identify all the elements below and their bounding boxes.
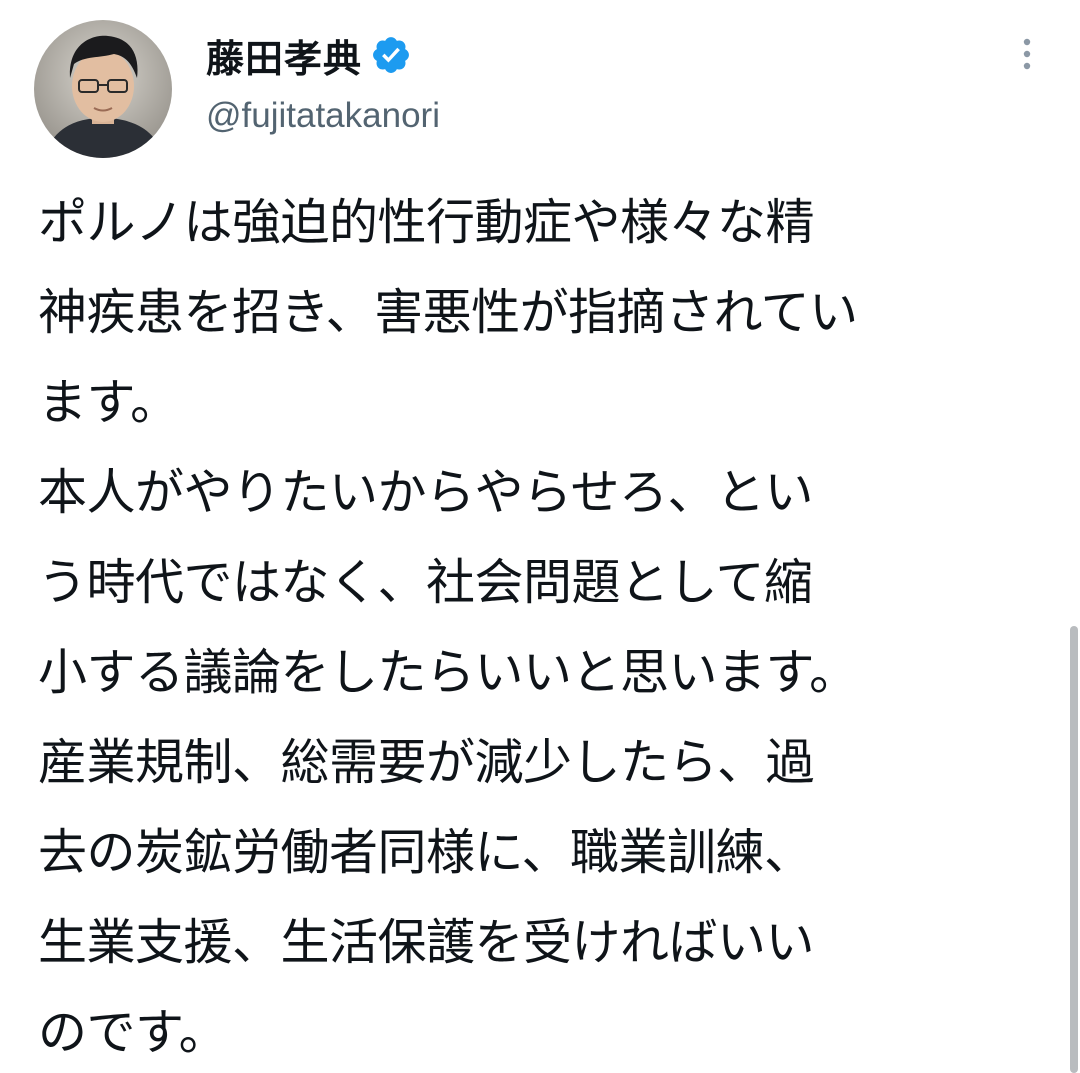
tweet-line: 小する議論をしたらいいと思います。 [38, 644, 858, 701]
tweet-text: ポルノは強迫的性行動症や様々な精 神疾患を招き、害悪性が指摘されてい ます。 本… [38, 178, 1068, 1073]
tweet-line: 産業規制、総需要が減少したら、過 [38, 734, 815, 791]
tweet-line: 生業支援、生活保護を受ければいい [38, 914, 815, 971]
tweet-line: 神疾患を招き、害悪性が指摘されてい [38, 284, 858, 341]
author-display-name[interactable]: 藤田孝典 [206, 28, 362, 83]
avatar[interactable] [34, 20, 172, 158]
more-options-button[interactable] [1010, 34, 1044, 74]
tweet-line: 本人がやりたいからやらせろ、とい [38, 464, 814, 521]
tweet-line: ポルノは強迫的性行動症や様々な精 [38, 194, 815, 251]
author-handle[interactable]: @fujitatakanori [206, 96, 440, 136]
tweet-line: のです。 [38, 1004, 228, 1061]
more-vertical-icon [1023, 38, 1031, 70]
scrollbar-thumb[interactable] [1070, 626, 1078, 1073]
tweet-line: う時代ではなく、社会問題として縮 [38, 554, 813, 611]
verified-badge-icon [370, 34, 412, 76]
tweet-line: ます。 [38, 374, 179, 431]
tweet-line: 去の炭鉱労働者同様に、職業訓練、 [38, 824, 813, 881]
author-name-row[interactable]: 藤田孝典 [206, 26, 412, 84]
avatar-image [34, 20, 172, 158]
